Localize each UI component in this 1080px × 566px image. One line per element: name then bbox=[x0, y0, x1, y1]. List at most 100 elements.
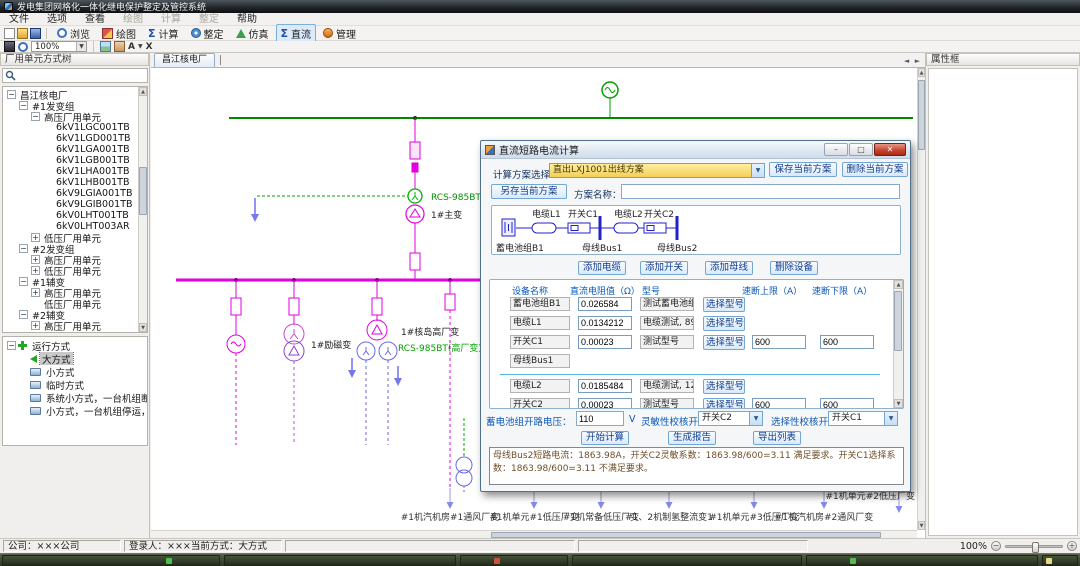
cable-symbol[interactable] bbox=[614, 223, 638, 233]
tab-scroll-right-icon[interactable]: ► bbox=[913, 57, 922, 65]
selectivity-switch-combo[interactable]: 开关C1 ▼ bbox=[828, 411, 898, 426]
expand-icon[interactable]: + bbox=[31, 266, 40, 275]
maximize-button[interactable]: □ bbox=[849, 143, 873, 156]
resistance-input[interactable] bbox=[578, 297, 632, 311]
resistance-input[interactable] bbox=[578, 335, 632, 349]
excitation-transformer-bay[interactable] bbox=[284, 280, 304, 445]
tree-item[interactable]: 6kV0LHT001TB bbox=[3, 210, 147, 221]
collapse-icon[interactable]: − bbox=[7, 90, 16, 99]
lv-transformer-symbol[interactable] bbox=[456, 418, 472, 492]
collapse-icon[interactable]: − bbox=[19, 101, 28, 110]
scheme-name-input[interactable] bbox=[621, 184, 900, 199]
generator-symbol[interactable] bbox=[602, 82, 618, 117]
tree-item[interactable]: 6kV1LHA001TB bbox=[3, 166, 147, 177]
image-icon[interactable] bbox=[100, 41, 111, 52]
aux-transformer-bay[interactable] bbox=[357, 280, 397, 445]
tree-item[interactable]: −#2发变组 bbox=[3, 243, 147, 254]
zoom-icon[interactable] bbox=[18, 42, 28, 52]
zoom-in-button[interactable]: + bbox=[1067, 541, 1077, 551]
circuit-diagram[interactable]: 电缆L1 开关C1 电缆L2 开关C2 蓄电池组B1 母线Bus1 母线Bus2 bbox=[492, 206, 900, 254]
zoom-out-button[interactable]: − bbox=[991, 541, 1001, 551]
find-icon[interactable] bbox=[4, 41, 15, 52]
feeder-motor-bay[interactable] bbox=[227, 280, 245, 445]
tree-scrollbar[interactable]: ▲ ▼ bbox=[138, 87, 147, 332]
add-button-4[interactable]: 删除设备 bbox=[770, 261, 818, 275]
tree-item[interactable]: 系统小方式，一台机组断开 bbox=[3, 391, 147, 404]
save-as-button[interactable]: 另存当前方案 bbox=[491, 184, 567, 199]
add-button-1[interactable]: 添加电缆 bbox=[578, 261, 626, 275]
tree-item[interactable]: −#2辅变 bbox=[3, 309, 147, 320]
select-model-button[interactable]: 选择型号 bbox=[703, 316, 745, 331]
switch-symbol[interactable] bbox=[644, 223, 666, 233]
cable-symbol[interactable] bbox=[532, 223, 556, 233]
select-model-button[interactable]: 选择型号 bbox=[703, 398, 745, 409]
action-button-1[interactable]: 开始计算 bbox=[581, 431, 629, 445]
tree-item[interactable]: 大方式 bbox=[3, 352, 147, 365]
add-button-3[interactable]: 添加母线 bbox=[705, 261, 753, 275]
device-table-scrollbar[interactable]: ▲ ▼ bbox=[893, 280, 903, 408]
toolbar-button-绘图[interactable]: 绘图 bbox=[97, 24, 141, 43]
collapse-icon[interactable]: − bbox=[19, 310, 28, 319]
select-model-button[interactable]: 选择型号 bbox=[703, 379, 745, 394]
action-button-3[interactable]: 导出列表 bbox=[753, 431, 801, 445]
scroll-down-icon[interactable]: ▼ bbox=[894, 399, 903, 408]
tree-item[interactable]: −昌江核电厂 bbox=[3, 89, 147, 100]
action-button-2[interactable]: 生成报告 bbox=[668, 431, 716, 445]
tree-item[interactable]: 6kV1LGD001TB bbox=[3, 133, 147, 144]
scroll-up-icon[interactable]: ▲ bbox=[918, 68, 925, 77]
tree-item[interactable]: +高压厂用单元 bbox=[3, 287, 147, 298]
expand-icon[interactable]: + bbox=[31, 255, 40, 264]
collapse-icon[interactable]: − bbox=[7, 341, 16, 350]
toolbar-button-管理[interactable]: 管理 bbox=[318, 24, 361, 43]
sensitivity-switch-combo[interactable]: 开关C2 ▼ bbox=[698, 411, 763, 426]
zoom-slider-thumb[interactable] bbox=[1032, 542, 1039, 553]
chevron-down-icon[interactable]: ▼ bbox=[752, 163, 765, 178]
resistance-input[interactable] bbox=[578, 398, 632, 409]
taskbar-button[interactable] bbox=[2, 555, 220, 566]
resistance-input[interactable] bbox=[578, 316, 632, 330]
dialog-titlebar[interactable]: 直流短路电流计算 – □ ✕ bbox=[481, 141, 910, 159]
resistance-input[interactable] bbox=[578, 379, 632, 393]
taskbar-button[interactable] bbox=[572, 555, 802, 566]
scroll-up-icon[interactable]: ▲ bbox=[139, 87, 147, 96]
toolbar-button-整定[interactable]: 整定 bbox=[186, 24, 229, 43]
select-model-button[interactable]: 选择型号 bbox=[703, 297, 745, 312]
main-protection-device[interactable] bbox=[408, 189, 422, 203]
tree-item[interactable]: 6kV1LHB001TB bbox=[3, 177, 147, 188]
chevron-down-icon[interactable]: ▼ bbox=[138, 43, 143, 50]
lower-limit-input[interactable] bbox=[820, 398, 874, 409]
scroll-down-icon[interactable]: ▼ bbox=[139, 323, 147, 332]
tree-item[interactable]: +高压厂用单元 bbox=[3, 254, 147, 265]
toolbar-button-计算[interactable]: Σ计算 bbox=[143, 24, 184, 43]
taskbar-button[interactable] bbox=[224, 555, 456, 566]
toolbar-button-仿真[interactable]: 仿真 bbox=[231, 24, 274, 43]
delete-icon[interactable]: X bbox=[146, 42, 153, 52]
select-model-button[interactable]: 选择型号 bbox=[703, 335, 745, 350]
tree-item[interactable]: +高压厂用单元 bbox=[3, 320, 147, 331]
expand-icon[interactable]: + bbox=[31, 321, 40, 330]
open-folder-icon[interactable] bbox=[17, 28, 28, 39]
collapse-icon[interactable]: − bbox=[31, 112, 40, 121]
tree-item[interactable]: 小方式，一台机组停运，系统侧断开 bbox=[3, 404, 147, 417]
feeder-bay[interactable] bbox=[445, 280, 455, 488]
tree-item[interactable]: +低压厂用单元 bbox=[3, 265, 147, 276]
tree-item[interactable]: 6kV0LHT003AR bbox=[3, 221, 147, 232]
tree-item[interactable]: −高压厂用单元 bbox=[3, 111, 147, 122]
zoom-slider[interactable] bbox=[1005, 545, 1063, 548]
tree-item[interactable]: 6kV9LGIB001TB bbox=[3, 199, 147, 210]
menu-item-文件[interactable]: 文件 bbox=[0, 13, 38, 26]
save-scheme-button[interactable]: 保存当前方案 bbox=[769, 162, 837, 177]
tree-item[interactable]: 低压厂用单元 bbox=[3, 298, 147, 309]
toolbar-button-直流[interactable]: Σ直流 bbox=[276, 24, 317, 43]
zoom-level-combo[interactable]: 100% ▼ bbox=[31, 41, 87, 52]
scroll-up-icon[interactable]: ▲ bbox=[894, 280, 903, 289]
tree-item[interactable]: 临时方式 bbox=[3, 378, 147, 391]
taskbar-button[interactable] bbox=[1042, 555, 1078, 566]
scroll-thumb[interactable] bbox=[139, 167, 147, 215]
new-file-icon[interactable] bbox=[4, 28, 15, 39]
tree-item[interactable]: 6kV1LGB001TB bbox=[3, 155, 147, 166]
tree-item[interactable]: −运行方式 bbox=[3, 339, 147, 352]
scroll-thumb[interactable] bbox=[894, 291, 902, 351]
tab-station[interactable]: 昌江核电厂 bbox=[154, 53, 215, 67]
toolbar-button-浏览[interactable]: 浏览 bbox=[52, 24, 95, 43]
